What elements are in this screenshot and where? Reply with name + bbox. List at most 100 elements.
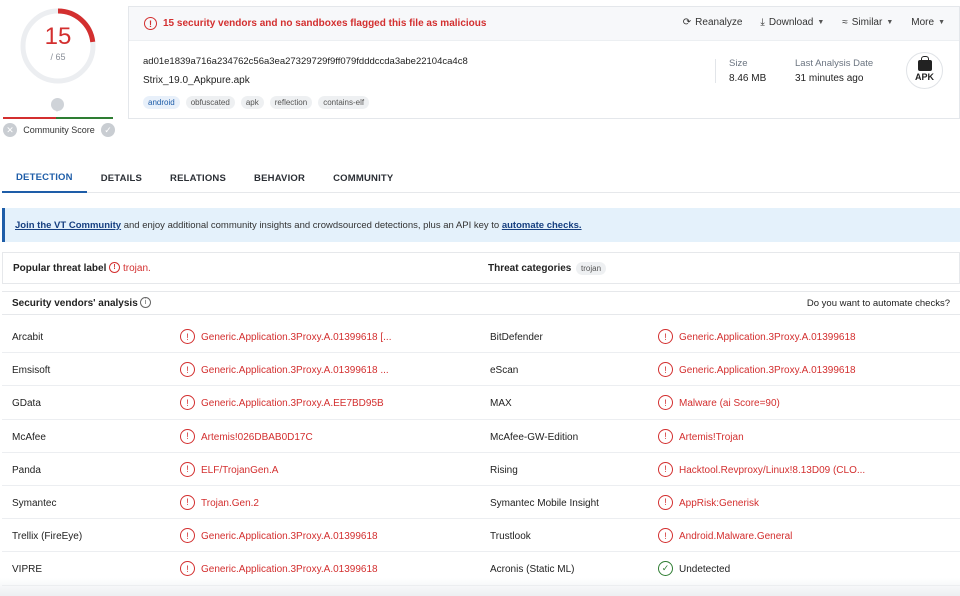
reanalyze-label: Reanalyze	[695, 17, 743, 28]
detection-result[interactable]: ELF/TrojanGen.A	[201, 465, 278, 476]
threat-category-tag[interactable]: trojan	[576, 262, 607, 275]
banner-text: and enjoy additional community insights …	[121, 219, 502, 231]
more-button[interactable]: More ▼	[911, 17, 945, 28]
vendors-title: Security vendors' analysis	[12, 298, 138, 309]
similar-button[interactable]: ≈ Similar ▼	[842, 17, 893, 28]
popular-threat-label-title: Popular threat label	[13, 263, 107, 274]
alert-icon: !	[144, 17, 157, 30]
detection-result[interactable]: Artemis!Trojan	[679, 432, 744, 443]
chevron-down-icon: ▼	[817, 19, 825, 26]
score-value: 15	[44, 23, 72, 50]
file-actions: ⟳ Reanalyze ⤓ Download ▼ ≈ Similar ▼ More ▼	[683, 17, 945, 28]
size-value: 8.46 MB	[729, 73, 767, 84]
table-row: GData! Generic.Application.3Proxy.A.EE7BD…	[2, 386, 960, 420]
size-label: Size	[729, 58, 748, 69]
vendor-name: Panda	[12, 464, 41, 476]
vendor-name: Emsisoft	[12, 365, 51, 377]
vendor-name: Acronis (Static ML)	[490, 564, 575, 576]
vendor-name: Trustlook	[490, 531, 531, 543]
vendors-header: Security vendors' analysis i Do you want…	[2, 291, 960, 315]
file-tags: android obfuscated apk reflection contai…	[143, 96, 370, 109]
tag[interactable]: contains-elf	[318, 96, 370, 109]
detection-result[interactable]: Generic.Application.3Proxy.A.01399618	[201, 564, 378, 575]
malicious-icon: !	[658, 395, 673, 411]
download-button[interactable]: ⤓ Download ▼	[760, 17, 824, 28]
vote-harmless-icon[interactable]: ✓	[101, 123, 115, 137]
automate-checks-link[interactable]: automate checks.	[502, 220, 582, 231]
threat-categories-title: Threat categories	[488, 263, 572, 274]
similar-icon: ≈	[842, 17, 848, 28]
file-hash[interactable]: ad01e1839a716a234762c56a3ea27329729f9ff0…	[143, 56, 468, 67]
malicious-icon: !	[180, 428, 195, 444]
report-tabs: DETECTION DETAILS RELATIONS BEHAVIOR COM…	[2, 163, 960, 193]
alert-text: 15 security vendors and no sandboxes fla…	[163, 18, 487, 29]
similar-label: Similar	[851, 17, 883, 28]
vendor-name: Symantec	[12, 497, 57, 509]
malicious-icon: !	[658, 461, 673, 477]
table-row: Panda! ELF/TrojanGen.A Rising! Hacktool.Rev…	[2, 452, 960, 486]
vendor-name: BitDefender	[490, 332, 543, 343]
vendor-name: VIPRE	[12, 564, 43, 576]
malicious-icon: !	[658, 362, 673, 378]
vendor-name: Rising	[490, 464, 518, 476]
malicious-icon: !	[658, 528, 673, 544]
tab-detection[interactable]: DETECTION	[2, 163, 87, 193]
detection-result[interactable]: Generic.Application.3Proxy.A.01399618	[679, 332, 856, 343]
detection-result[interactable]: Android.Malware.General	[679, 531, 792, 542]
download-label: Download	[768, 17, 814, 28]
table-row: Arcabit! Generic.Application.3Proxy.A.013…	[2, 320, 960, 354]
malicious-icon: !	[180, 528, 195, 544]
malicious-icon: !	[658, 494, 673, 510]
table-row: Trellix (FireEye)! Generic.Application.3P…	[2, 519, 960, 553]
detection-result[interactable]: Trojan.Gen.2	[201, 498, 259, 509]
file-name: Strix_19.0_Apkpure.apk	[143, 75, 250, 86]
detection-result[interactable]: Artemis!026DBAB0D17C	[201, 432, 313, 443]
tag[interactable]: android	[143, 96, 180, 109]
alert-icon: !	[109, 262, 120, 273]
detection-result[interactable]: Hacktool.Revproxy/Linux!8.13D09 (CLO...	[679, 465, 865, 476]
detection-result[interactable]: Undetected	[679, 564, 730, 575]
undetected-icon: ✓	[658, 561, 673, 577]
detection-result[interactable]: Generic.Application.3Proxy.A.01399618 ..…	[201, 365, 389, 376]
tab-details[interactable]: DETAILS	[87, 163, 156, 193]
popular-threat-label-value[interactable]: trojan.	[123, 263, 151, 274]
vendor-name: McAfee-GW-Edition	[490, 431, 579, 443]
download-icon: ⤓	[760, 17, 765, 28]
vote-malicious-icon[interactable]: ✕	[3, 123, 17, 137]
detection-result[interactable]: Generic.Application.3Proxy.A.01399618	[679, 365, 856, 376]
tab-relations[interactable]: RELATIONS	[156, 163, 240, 193]
tag[interactable]: reflection	[269, 96, 313, 109]
detection-result[interactable]: AppRisk:Generisk	[679, 498, 759, 509]
malicious-icon: !	[658, 329, 673, 344]
detection-result[interactable]: Generic.Application.3Proxy.A.01399618 [.…	[201, 332, 391, 343]
scroll-fade	[0, 578, 960, 596]
threat-summary: Popular threat label ! trojan. Threat ca…	[2, 252, 960, 284]
vendor-name: Trellix (FireEye)	[12, 531, 83, 543]
table-row: Symantec! Trojan.Gen.2 Symantec Mobile Ins…	[2, 486, 960, 520]
malicious-icon: !	[180, 461, 195, 477]
vendor-name: MAX	[490, 398, 512, 410]
chevron-down-icon: ▼	[938, 19, 945, 26]
join-community-link[interactable]: Join the VT Community	[15, 220, 121, 231]
detection-result[interactable]: Generic.Application.3Proxy.A.01399618	[201, 531, 378, 542]
tag[interactable]: apk	[240, 96, 264, 109]
community-score: ✕ Community Score ✓	[3, 122, 115, 138]
file-type-text: APK	[914, 71, 934, 82]
android-package-icon	[917, 55, 932, 71]
automate-checks-prompt[interactable]: Do you want to automate checks?	[807, 298, 950, 309]
malicious-icon: !	[180, 362, 195, 378]
tab-behavior[interactable]: BEHAVIOR	[240, 163, 319, 193]
community-score-label: Community Score	[23, 125, 95, 135]
detection-result[interactable]: Malware (ai Score=90)	[679, 398, 780, 409]
tag[interactable]: obfuscated	[185, 96, 235, 109]
last-analysis-label: Last Analysis Date	[795, 58, 874, 69]
file-summary-panel: ! 15 security vendors and no sandboxes f…	[128, 6, 960, 119]
community-banner: Join the VT Community and enjoy addition…	[2, 208, 960, 242]
malicious-icon: !	[180, 561, 195, 577]
reanalyze-button[interactable]: ⟳ Reanalyze	[683, 17, 743, 28]
vendor-results-table: Arcabit! Generic.Application.3Proxy.A.013…	[2, 320, 960, 586]
tab-community[interactable]: COMMUNITY	[319, 163, 407, 193]
info-icon[interactable]: i	[140, 297, 151, 308]
detection-result[interactable]: Generic.Application.3Proxy.A.EE7BD95B	[201, 398, 384, 409]
vendor-name: GData	[12, 398, 41, 410]
